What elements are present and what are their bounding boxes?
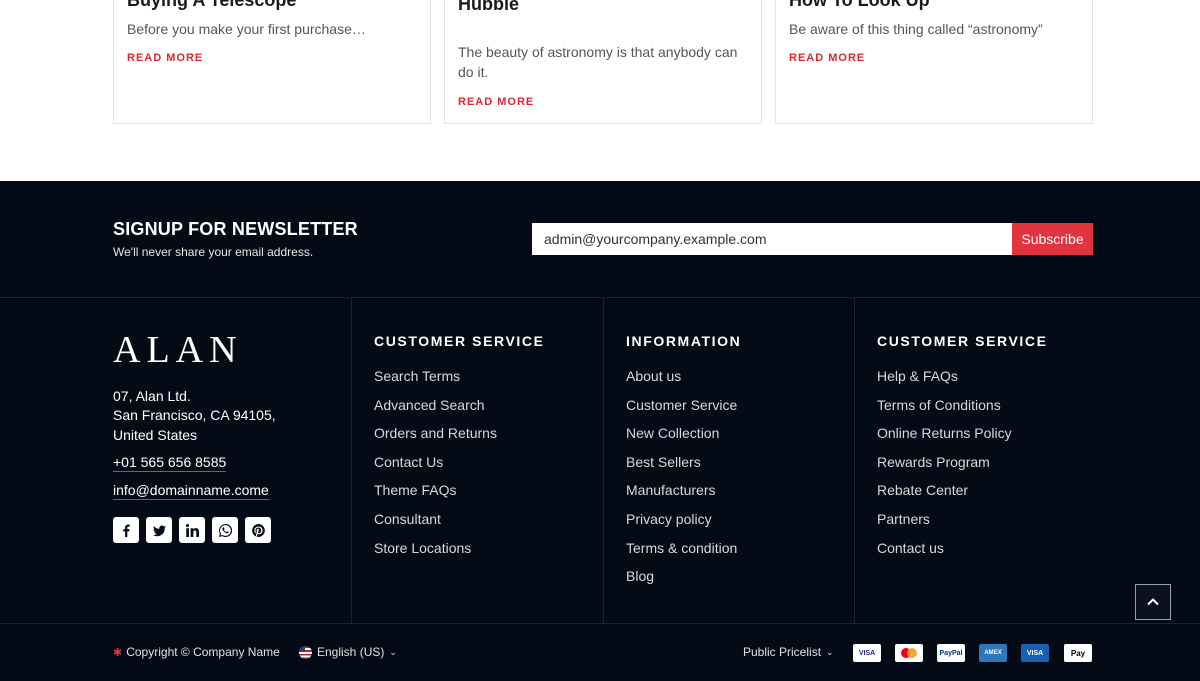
column-title: INFORMATION [626,333,742,349]
blog-card-excerpt: Before you make your first purchase… [127,21,366,37]
email-link[interactable]: info@domainname.come [113,482,269,500]
newsletter-subtitle: We'll never share your email address. [113,245,314,259]
footer-link[interactable]: Customer Service [626,397,741,426]
footer-link[interactable]: New Collection [626,425,741,454]
footer-bottom-bar: ✱ Copyright © Company Name English (US) … [0,623,1200,681]
copyright: ✱ Copyright © Company Name [113,645,280,659]
footer-column-customer-service-2: CUSTOMER SERVICE Help & FAQs Terms of Co… [877,333,1048,568]
footer-link[interactable]: Orders and Returns [374,425,545,454]
footer-link[interactable]: Online Returns Policy [877,425,1048,454]
column-title: CUSTOMER SERVICE [877,333,1048,349]
footer-link[interactable]: Consultant [374,511,545,540]
blog-card-excerpt: Be aware of this thing called “astronomy… [789,21,1043,37]
footer-link[interactable]: Advanced Search [374,397,545,426]
blog-card[interactable]: How To Look Up Be aware of this thing ca… [775,0,1093,124]
paypal-icon: PayPal [937,644,965,662]
blog-card-excerpt: The beauty of astronomy is that anybody … [458,44,738,80]
blog-card-title[interactable]: What If They Let You Run The Hubble [458,0,758,15]
read-more-link[interactable]: READ MORE [127,52,203,64]
company-logo[interactable]: ALAN [113,328,243,372]
footer-link[interactable]: Blog [626,568,741,597]
footer-column-information: INFORMATION About us Customer Service Ne… [626,333,741,597]
blog-section: Buying A Telescope Before you make your … [0,0,1200,181]
pricelist-label: Public Pricelist [743,645,822,659]
social-links [113,517,271,543]
twitter-icon[interactable] [146,517,172,543]
newsletter-email-input[interactable]: admin@yourcompany.example.com [532,223,1012,255]
linkedin-icon[interactable] [179,517,205,543]
read-more-link[interactable]: READ MORE [789,52,865,64]
chevron-down-icon: ⌄ [826,646,834,657]
footer-link[interactable]: Contact us [877,540,1048,569]
footer-link[interactable]: Privacy policy [626,511,741,540]
whatsapp-icon[interactable] [212,517,238,543]
footer-link[interactable]: Contact Us [374,454,545,483]
newsletter-title: SIGNUP FOR NEWSLETTER [113,219,358,239]
footer-column-customer-service: CUSTOMER SERVICE Search Terms Advanced S… [374,333,545,568]
pricelist-selector[interactable]: Public Pricelist ⌄ [743,645,834,659]
phone-link[interactable]: +01 565 656 8585 [113,454,227,472]
footer-link[interactable]: Theme FAQs [374,482,545,511]
footer-link[interactable]: Best Sellers [626,454,741,483]
footer-link[interactable]: Terms of Conditions [877,397,1048,426]
column-title: CUSTOMER SERVICE [374,333,545,349]
newsletter-section: SIGNUP FOR NEWSLETTER We'll never share … [0,181,1200,298]
column-divider [351,298,352,623]
footer-link[interactable]: Partners [877,511,1048,540]
copyright-text: Copyright © Company Name [126,645,280,659]
column-divider [603,298,604,623]
column-divider [854,298,855,623]
chevron-down-icon: ⌄ [389,646,397,657]
us-flag-icon [299,645,312,659]
footer-link[interactable]: Rebate Center [877,482,1048,511]
address-line: 07, Alan Ltd. [113,388,191,404]
amex-icon: AMEX [979,644,1007,662]
back-to-top-button[interactable] [1135,584,1171,620]
footer-link[interactable]: Manufacturers [626,482,741,511]
footer-link[interactable]: Search Terms [374,368,545,397]
address-line: San Francisco, CA 94105, [113,407,276,423]
mastercard-icon [895,644,923,662]
chevron-up-icon [1147,598,1159,606]
apple-pay-icon: Pay [1064,644,1092,662]
language-selector[interactable]: English (US) ⌄ [299,645,397,659]
footer-link[interactable]: About us [626,368,741,397]
address-line: United States [113,427,198,443]
blog-card-title[interactable]: Buying A Telescope [127,0,427,11]
footer-link[interactable]: Help & FAQs [877,368,1048,397]
visa-icon: VISA [1021,644,1049,662]
facebook-icon[interactable] [113,517,139,543]
blog-card[interactable]: Buying A Telescope Before you make your … [113,0,431,124]
bug-icon: ✱ [113,646,123,659]
pinterest-icon[interactable] [245,517,271,543]
footer-link[interactable]: Terms & condition [626,540,741,569]
footer-link[interactable]: Rewards Program [877,454,1048,483]
blog-card[interactable]: What If They Let You Run The Hubble The … [444,0,762,124]
visa-icon: VISA [853,644,881,662]
language-label: English (US) [317,645,385,659]
read-more-link[interactable]: READ MORE [458,96,534,108]
footer-link[interactable]: Store Locations [374,540,545,569]
subscribe-button[interactable]: Subscribe [1012,223,1093,255]
blog-card-title[interactable]: How To Look Up [789,0,1089,11]
